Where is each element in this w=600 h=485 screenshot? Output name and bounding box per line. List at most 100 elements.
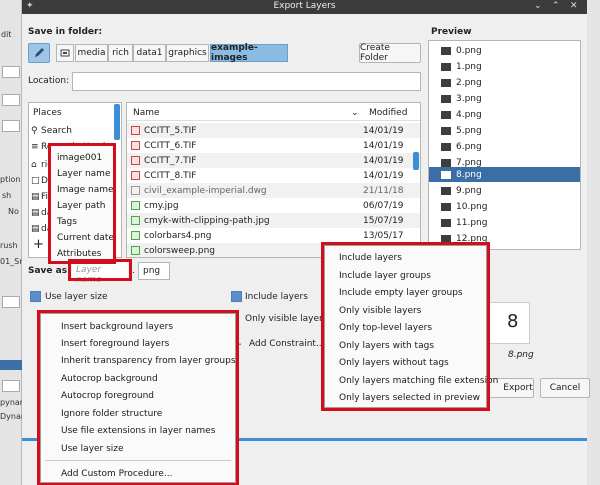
preview-item-selected[interactable]: 8.png bbox=[429, 167, 580, 182]
include-layers-checkbox[interactable] bbox=[231, 291, 242, 302]
breadcrumb-graphics[interactable]: graphics bbox=[166, 44, 209, 62]
location-label: Location: bbox=[28, 76, 70, 86]
cancel-button[interactable]: Cancel bbox=[540, 378, 590, 398]
preview-item[interactable]: 1.png bbox=[429, 59, 580, 74]
bg-field bbox=[2, 296, 20, 308]
highlight-filename-input bbox=[68, 259, 132, 281]
search-icon: ⚲ bbox=[31, 125, 38, 136]
highlight-constraints-menu bbox=[321, 242, 490, 411]
preview-item[interactable]: 11.png bbox=[429, 215, 580, 230]
extension-input[interactable]: png bbox=[138, 262, 170, 280]
layer-thumbnail-icon bbox=[441, 110, 451, 119]
file-row[interactable]: CCITT_5.TIF 14/01/19 bbox=[127, 123, 420, 138]
file-list-header: Name ⌄ Modified bbox=[127, 105, 420, 121]
preview-item[interactable]: 4.png bbox=[429, 107, 580, 122]
layer-thumbnail-icon bbox=[441, 46, 451, 55]
preview-item[interactable]: 2.png bbox=[429, 75, 580, 90]
layer-thumbnail-icon bbox=[441, 170, 451, 179]
extension-dot: . bbox=[132, 266, 135, 276]
bg-label: No bbox=[8, 207, 19, 216]
layer-thumbnail-icon bbox=[441, 202, 451, 211]
places-item-search[interactable]: ⚲ Search bbox=[29, 123, 121, 138]
save-in-folder-label: Save in folder: bbox=[28, 27, 103, 37]
thumbnail-label: 8.png bbox=[508, 350, 534, 360]
preview-list: 0.png 1.png 2.png 3.png 4.png 5.png 6.pn… bbox=[428, 40, 581, 250]
create-folder-button[interactable]: Create Folder bbox=[359, 43, 421, 63]
layer-thumbnail-icon bbox=[441, 186, 451, 195]
drive-icon: ▤ bbox=[31, 191, 40, 202]
layer-thumbnail-icon bbox=[441, 142, 451, 151]
breadcrumb-rich[interactable]: rich bbox=[108, 44, 133, 62]
background-app-right bbox=[587, 0, 600, 485]
preview-item[interactable]: 9.png bbox=[429, 183, 580, 198]
preview-item[interactable]: 5.png bbox=[429, 123, 580, 138]
drive-icon: ▤ bbox=[31, 223, 40, 234]
column-name[interactable]: Name bbox=[133, 108, 351, 118]
file-row[interactable]: cmyk-with-clipping-path.jpg 15/07/19 bbox=[127, 213, 420, 228]
preview-item[interactable]: 0.png bbox=[429, 43, 580, 58]
plus-icon: + bbox=[33, 237, 44, 252]
bg-label: rush bbox=[0, 241, 18, 250]
places-scrollbar[interactable] bbox=[114, 104, 120, 140]
only-visible-layers-label: Only visible layers bbox=[245, 314, 328, 324]
breadcrumb-media[interactable]: media bbox=[75, 44, 108, 62]
add-constraint-button[interactable]: Add Constraint... bbox=[249, 339, 325, 349]
layer-thumbnail-icon bbox=[441, 158, 451, 167]
file-row[interactable]: CCITT_7.TIF 14/01/19 bbox=[127, 153, 420, 168]
breadcrumb-example-images[interactable]: example-images bbox=[210, 43, 288, 63]
file-row[interactable]: CCITT_8.TIF 14/01/19 bbox=[127, 168, 420, 183]
file-row[interactable]: CCITT_6.TIF 14/01/19 bbox=[127, 138, 420, 153]
preview-item[interactable]: 6.png bbox=[429, 139, 580, 154]
image-file-icon bbox=[131, 216, 140, 225]
bg-tool-icon bbox=[2, 94, 20, 106]
include-layers-label: Include layers bbox=[245, 292, 308, 302]
save-as-label: Save as: bbox=[28, 266, 71, 276]
image-file-icon bbox=[131, 141, 140, 150]
bg-label: dit bbox=[1, 30, 12, 39]
image-file-icon bbox=[131, 126, 140, 135]
use-layer-size-label: Use layer size bbox=[45, 292, 108, 302]
file-list-panel: Name ⌄ Modified CCITT_5.TIF 14/01/19 CCI… bbox=[126, 102, 421, 258]
layer-thumbnail-icon bbox=[441, 126, 451, 135]
preview-item[interactable]: 10.png bbox=[429, 199, 580, 214]
breadcrumb-drive[interactable] bbox=[56, 44, 74, 62]
layer-thumbnail-icon bbox=[441, 62, 451, 71]
minimize-icon[interactable]: ⌄ bbox=[534, 1, 542, 11]
image-file-icon bbox=[131, 246, 140, 255]
pencil-icon bbox=[35, 48, 44, 57]
places-header: Places bbox=[33, 107, 62, 118]
location-input[interactable] bbox=[72, 72, 421, 91]
bg-label: sh bbox=[2, 191, 12, 200]
highlight-procedures-menu bbox=[37, 310, 239, 485]
use-layer-size-checkbox[interactable] bbox=[30, 291, 41, 302]
image-file-icon bbox=[131, 156, 140, 165]
layer-thumbnail-icon bbox=[441, 94, 451, 103]
thumbnail-glyph: 8 bbox=[507, 311, 519, 332]
file-row[interactable]: colorbars4.png 13/05/17 bbox=[127, 228, 420, 243]
edit-path-button[interactable] bbox=[28, 43, 50, 63]
window-titlebar: ✦ Export Layers ⌄ ⌃ ✕ bbox=[22, 0, 587, 14]
drive-icon bbox=[60, 49, 70, 57]
sort-chevron-icon[interactable]: ⌄ bbox=[351, 108, 361, 118]
home-icon: ⌂ bbox=[31, 159, 37, 170]
close-icon[interactable]: ✕ bbox=[570, 1, 578, 11]
highlight-field-menu bbox=[48, 143, 116, 264]
recent-icon: ≡ bbox=[31, 141, 39, 152]
layer-thumbnail-icon bbox=[441, 78, 451, 87]
bg-tool-icon bbox=[2, 120, 20, 132]
preview-item[interactable]: 3.png bbox=[429, 91, 580, 106]
file-row[interactable]: cmy.jpg 06/07/19 bbox=[127, 198, 420, 213]
image-file-icon bbox=[131, 231, 140, 240]
maximize-icon[interactable]: ⌃ bbox=[552, 1, 560, 11]
column-modified[interactable]: Modified bbox=[361, 108, 407, 118]
drive-icon: ▤ bbox=[31, 207, 40, 218]
layer-thumbnail-icon bbox=[441, 218, 451, 227]
bg-selection bbox=[0, 360, 22, 370]
bg-label: ption bbox=[0, 175, 21, 184]
desktop-icon: □ bbox=[31, 175, 40, 186]
window-title: Export Layers bbox=[273, 1, 336, 11]
breadcrumb-data1[interactable]: data1 bbox=[133, 44, 166, 62]
file-list-scrollbar[interactable] bbox=[413, 152, 419, 170]
file-row[interactable]: civil_example-imperial.dwg 21/11/18 bbox=[127, 183, 420, 198]
document-file-icon bbox=[131, 186, 140, 195]
